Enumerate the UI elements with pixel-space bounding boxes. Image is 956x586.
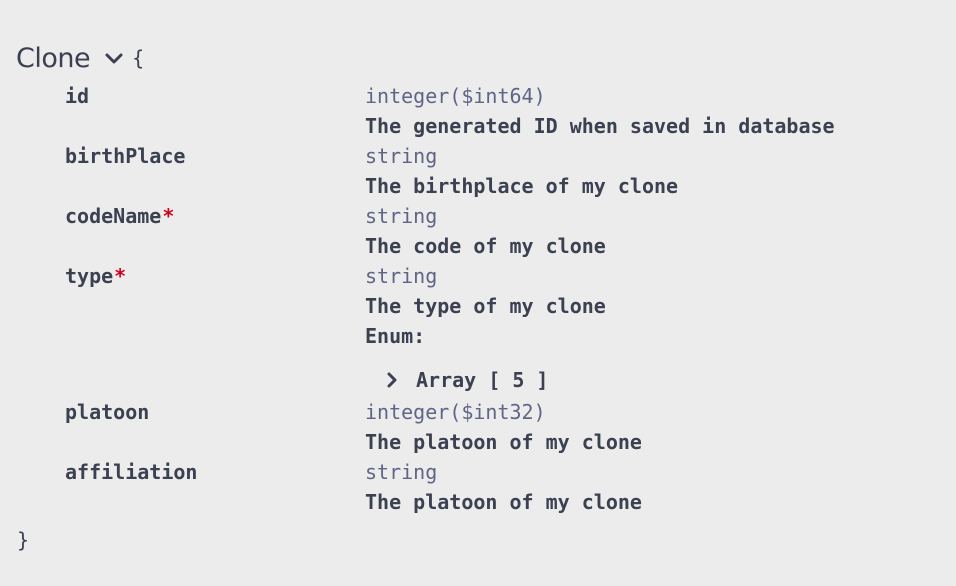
property-name: platoon xyxy=(65,400,150,424)
property-type: integer($int32) xyxy=(365,400,546,424)
close-brace: } xyxy=(17,528,30,552)
property-name-required: codeName* xyxy=(65,204,174,228)
model-title: Clone xyxy=(16,42,91,74)
required-marker: * xyxy=(162,204,175,228)
property-type: string xyxy=(365,204,438,228)
property-name-text: codeName xyxy=(65,204,162,228)
model-header: Clone { xyxy=(16,38,144,78)
property-name: birthPlace xyxy=(65,144,186,168)
property-description: The generated ID when saved in database xyxy=(365,114,835,138)
property-description: The birthplace of my clone xyxy=(365,174,679,198)
property-description: The platoon of my clone xyxy=(365,430,642,454)
property-type: string xyxy=(365,264,438,288)
enum-array-toggle[interactable]: Array [ 5 ] xyxy=(382,368,548,392)
chevron-down-icon xyxy=(105,53,123,64)
property-name: id xyxy=(65,84,90,108)
model-collapse-toggle[interactable] xyxy=(102,46,126,70)
property-name-text: type xyxy=(65,264,114,288)
property-name: affiliation xyxy=(65,460,198,484)
property-type: string xyxy=(365,460,438,484)
property-type: integer($int64) xyxy=(365,84,546,108)
property-type: string xyxy=(365,144,438,168)
enum-array-label: Array [ 5 ] xyxy=(416,368,549,392)
property-description: The type of my clone xyxy=(365,294,606,318)
property-name-required: type* xyxy=(65,264,126,288)
property-description: The platoon of my clone xyxy=(365,490,642,514)
property-description: The code of my clone xyxy=(365,234,606,258)
chevron-right-icon xyxy=(382,370,402,390)
enum-label: Enum: xyxy=(365,324,426,348)
required-marker: * xyxy=(114,264,127,288)
open-brace: { xyxy=(132,46,145,70)
